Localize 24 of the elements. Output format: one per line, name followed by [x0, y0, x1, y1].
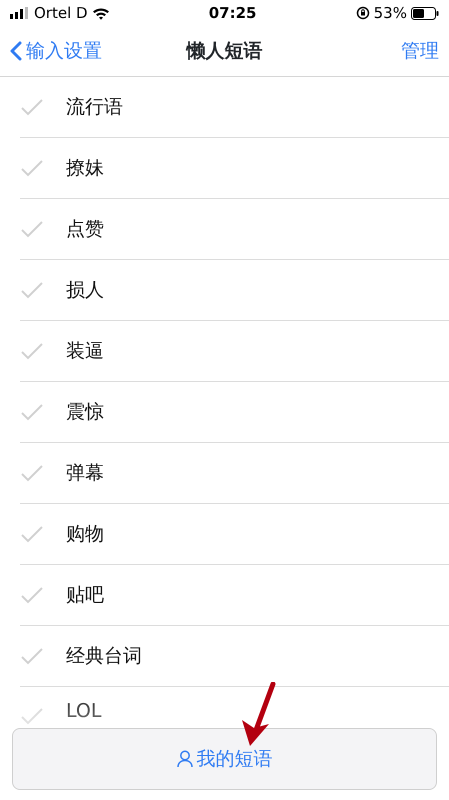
phrase-label[interactable]: 装逼 — [66, 336, 104, 366]
chevron-left-icon — [10, 41, 22, 61]
phrase-label[interactable]: 损人 — [66, 276, 104, 304]
my-phrases-button[interactable]: 我的短语 — [12, 728, 437, 790]
clock-time: 07:25 — [208, 2, 256, 24]
phrase-label[interactable]: 购物 — [66, 520, 104, 548]
battery-icon — [410, 6, 439, 20]
battery-percent: 53% — [374, 2, 407, 24]
manage-button[interactable]: 管理 — [401, 36, 439, 66]
signal-icon — [10, 7, 30, 19]
carrier-name: Ortel D — [34, 2, 88, 24]
phrase-label[interactable]: 点赞 — [66, 214, 104, 244]
phrase-label[interactable]: 震惊 — [66, 398, 104, 426]
phrase-label[interactable]: LOL — [66, 696, 102, 725]
phrase-label[interactable]: 经典台词 — [66, 642, 142, 670]
phrase-label[interactable]: 撩妹 — [66, 154, 104, 182]
rotation-lock-icon — [356, 6, 370, 20]
phrase-label[interactable]: 弹幕 — [66, 458, 104, 488]
back-button[interactable]: 输入设置 — [10, 36, 102, 66]
phrase-label[interactable]: 流行语 — [66, 92, 123, 122]
page-title: 懒人短语 — [186, 38, 262, 64]
wifi-icon — [92, 6, 110, 20]
phrase-label[interactable]: 贴吧 — [66, 580, 104, 610]
person-icon — [176, 750, 192, 768]
